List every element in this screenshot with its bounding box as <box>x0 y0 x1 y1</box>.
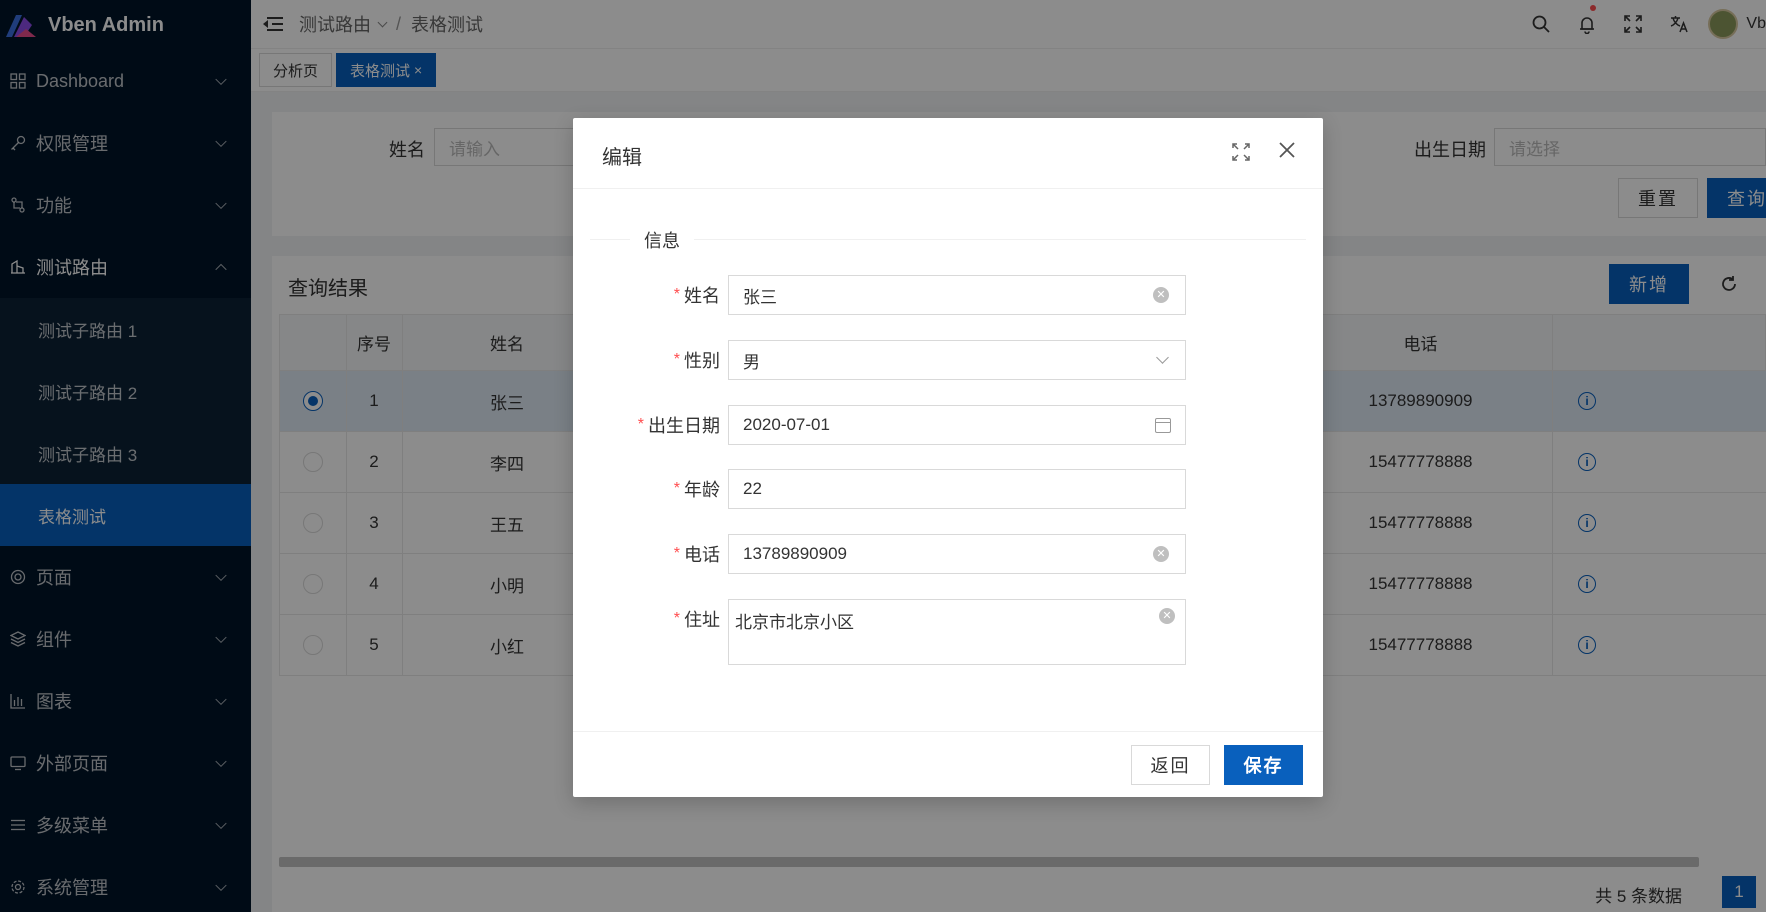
address-textarea[interactable]: 北京市北京小区 ✕ <box>728 599 1186 665</box>
gender-label: * 性别 <box>673 351 720 371</box>
close-icon[interactable] <box>1277 138 1297 164</box>
age-label: * 年龄 <box>673 480 720 500</box>
form-row-address: * 住址 北京市北京小区 ✕ <box>573 599 1323 665</box>
phone-input[interactable]: 13789890909 ✕ <box>728 534 1186 574</box>
phone-label: * 电话 <box>673 545 720 565</box>
name-input[interactable]: 张三 ✕ <box>728 275 1186 315</box>
form-row-age: * 年龄 22 <box>573 469 1323 509</box>
edit-modal: 编辑 信息 * 姓名 张三 ✕ * 性别 男 * 出生日期 2020-07-01 * 年… <box>573 118 1323 797</box>
age-input[interactable]: 22 <box>728 469 1186 509</box>
chevron-down-icon <box>1156 351 1169 364</box>
form-row-name: * 姓名 张三 ✕ <box>573 275 1323 315</box>
form-row-phone: * 电话 13789890909 ✕ <box>573 534 1323 574</box>
modal-footer: 返回 保存 <box>573 731 1323 797</box>
birth-label: * 出生日期 <box>637 416 720 436</box>
form-row-birth: * 出生日期 2020-07-01 <box>573 405 1323 445</box>
modal-title: 编辑 <box>602 147 642 169</box>
address-label: * 住址 <box>673 610 720 630</box>
section-title: 信息 <box>630 227 694 253</box>
clear-icon[interactable]: ✕ <box>1153 287 1169 303</box>
form-row-gender: * 性别 男 <box>573 340 1323 380</box>
birth-date-picker[interactable]: 2020-07-01 <box>728 405 1186 445</box>
clear-icon[interactable]: ✕ <box>1159 608 1175 624</box>
fullscreen-icon[interactable] <box>1231 142 1251 162</box>
clear-icon[interactable]: ✕ <box>1153 546 1169 562</box>
name-label: * 姓名 <box>673 286 720 306</box>
gender-select[interactable]: 男 <box>728 340 1186 380</box>
back-button[interactable]: 返回 <box>1131 745 1210 785</box>
save-button[interactable]: 保存 <box>1224 745 1303 785</box>
section-divider <box>590 239 1306 240</box>
calendar-icon <box>1155 418 1171 433</box>
modal-header: 编辑 <box>573 118 1323 189</box>
